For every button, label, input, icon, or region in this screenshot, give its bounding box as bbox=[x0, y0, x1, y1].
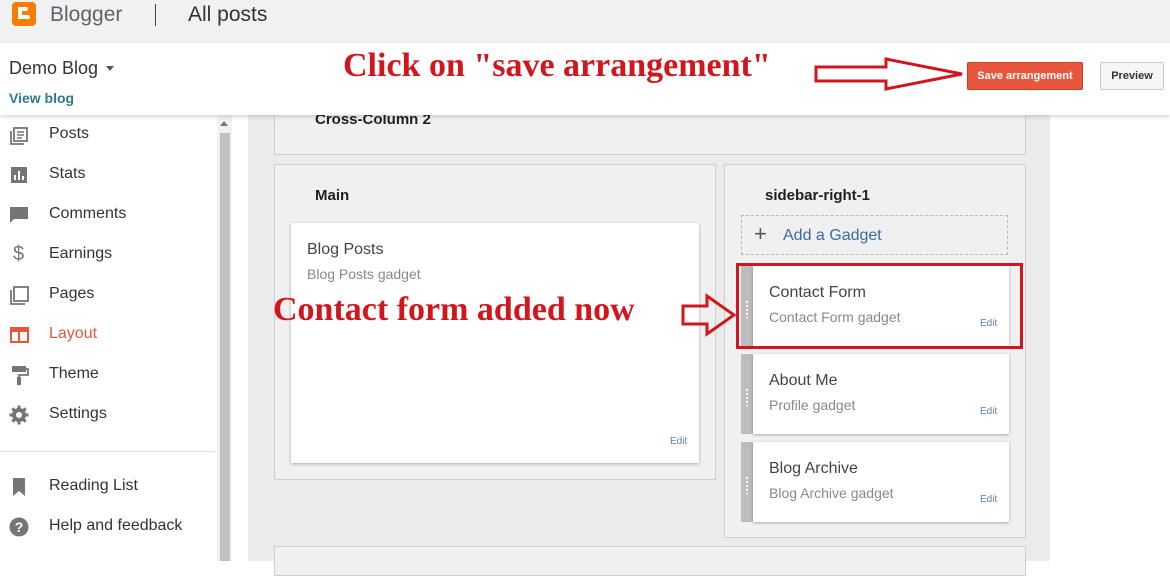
sidebar-item-help[interactable]: ? Help and feedback bbox=[0, 507, 215, 547]
sidebar-item-label: Earnings bbox=[49, 245, 113, 262]
sidebar-item-label: Theme bbox=[49, 365, 99, 382]
sidebar-item-label: Layout bbox=[49, 325, 98, 342]
arrow-right-icon bbox=[681, 293, 736, 337]
chevron-down-icon[interactable] bbox=[106, 66, 114, 71]
comments-icon bbox=[10, 207, 28, 223]
section-title: sidebar-right-1 bbox=[765, 187, 871, 204]
top-bar: Blogger All posts bbox=[0, 0, 1170, 43]
sidebar-item-posts[interactable]: Posts bbox=[0, 115, 215, 155]
sidebar-item-label: Stats bbox=[49, 165, 86, 182]
help-icon: ? bbox=[9, 517, 29, 537]
sidebar-item-label: Pages bbox=[49, 285, 95, 302]
brand-name[interactable]: Blogger bbox=[50, 3, 122, 27]
dollar-icon: $ bbox=[13, 243, 25, 265]
gadget-about-me[interactable]: About Me Profile gadget Edit bbox=[753, 354, 1009, 434]
page-title[interactable]: All posts bbox=[188, 3, 267, 27]
drag-handle-icon bbox=[746, 388, 748, 406]
edit-link[interactable]: Edit bbox=[980, 406, 997, 417]
drag-handle-icon bbox=[746, 476, 748, 494]
sidebar-item-label: Help and feedback bbox=[49, 517, 183, 534]
arrow-right-icon bbox=[814, 57, 963, 91]
scroll-up-icon[interactable] bbox=[220, 121, 228, 126]
blog-selector[interactable]: Demo Blog bbox=[9, 58, 98, 79]
sidebar-item-label: Reading List bbox=[49, 477, 138, 494]
gadget-title: About Me bbox=[769, 372, 838, 389]
sidebar-item-earnings[interactable]: $ Earnings bbox=[0, 235, 215, 275]
gadget-title: Blog Archive bbox=[769, 460, 858, 477]
edit-link[interactable]: Edit bbox=[670, 436, 687, 447]
preview-button[interactable]: Preview bbox=[1100, 62, 1164, 90]
sidebar-item-theme[interactable]: Theme bbox=[0, 355, 215, 395]
section-title: Main bbox=[315, 187, 350, 204]
sidebar-item-label: Comments bbox=[49, 205, 127, 222]
pages-icon bbox=[10, 286, 29, 305]
add-gadget-button[interactable]: + Add a Gadget bbox=[741, 215, 1008, 255]
scrollbar-thumb[interactable] bbox=[220, 133, 230, 561]
layout-icon bbox=[10, 327, 29, 343]
plus-icon: + bbox=[754, 221, 767, 246]
section-next bbox=[274, 546, 1026, 576]
sidebar-item-comments[interactable]: Comments bbox=[0, 195, 215, 235]
sidebar-item-layout[interactable]: Layout bbox=[0, 315, 215, 355]
gadget-blog-posts[interactable]: Blog Posts Blog Posts gadget Edit bbox=[291, 223, 699, 463]
bookmark-icon bbox=[13, 478, 25, 496]
save-arrangement-button[interactable]: Save arrangement bbox=[967, 62, 1083, 90]
sidebar-item-label: Settings bbox=[49, 405, 107, 422]
sidebar-item-reading-list[interactable]: Reading List bbox=[0, 467, 215, 507]
sidebar-item-stats[interactable]: Stats bbox=[0, 155, 215, 195]
sidebar-item-pages[interactable]: Pages bbox=[0, 275, 215, 315]
annotation-contact-form: Contact form added now bbox=[273, 291, 635, 328]
paint-roller-icon bbox=[12, 366, 29, 385]
highlight-box bbox=[736, 263, 1023, 349]
divider bbox=[155, 4, 156, 26]
gear-icon bbox=[9, 405, 29, 425]
add-gadget-label: Add a Gadget bbox=[783, 227, 882, 244]
gadget-subtitle: Blog Archive gadget bbox=[769, 485, 894, 501]
stats-icon bbox=[11, 167, 27, 183]
annotation-save: Click on "save arrangement" bbox=[343, 47, 771, 84]
posts-icon bbox=[10, 127, 28, 145]
sidebar-nav: Posts Stats Comments $ Earnings Pages La… bbox=[0, 115, 232, 561]
sidebar-item-settings[interactable]: Settings bbox=[0, 395, 215, 435]
sidebar-item-label: Posts bbox=[49, 125, 90, 142]
svg-text:?: ? bbox=[15, 519, 24, 535]
gadget-blog-archive[interactable]: Blog Archive Blog Archive gadget Edit bbox=[753, 442, 1009, 522]
divider bbox=[0, 451, 215, 452]
gadget-subtitle: Profile gadget bbox=[769, 397, 856, 413]
edit-link[interactable]: Edit bbox=[980, 494, 997, 505]
gadget-title: Blog Posts bbox=[307, 241, 384, 258]
gadget-subtitle: Blog Posts gadget bbox=[307, 266, 421, 282]
view-blog-link[interactable]: View blog bbox=[9, 90, 74, 106]
blogger-logo-icon[interactable] bbox=[12, 2, 36, 26]
